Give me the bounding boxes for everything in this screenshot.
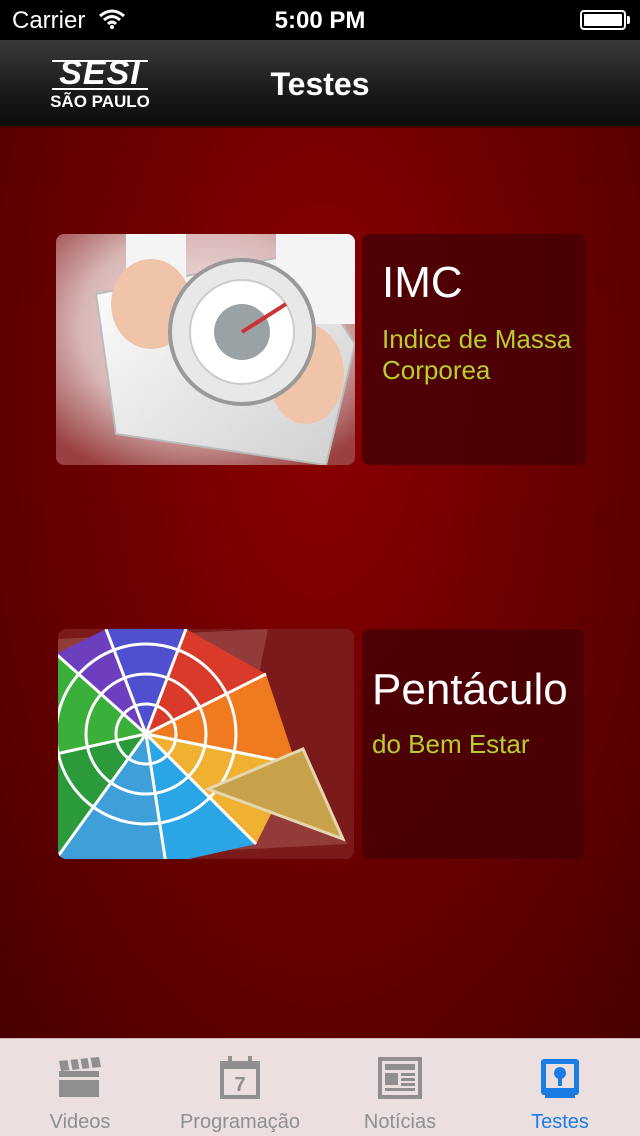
tab-programacao[interactable]: 7 Programação: [160, 1039, 320, 1136]
clock: 5:00 PM: [274, 7, 366, 34]
page-title: Testes: [270, 66, 370, 102]
calendar-icon: 7: [220, 1056, 260, 1099]
imc-title: IMC: [382, 258, 463, 307]
tab-noticias-label: Notícias: [363, 1111, 437, 1133]
battery-icon: [580, 10, 630, 30]
tab-programacao-label: Programação: [179, 1111, 301, 1133]
screen: Carrier 5:00 PM SESI SÃO PAULO Testes IM…: [0, 0, 640, 1136]
tab-noticias[interactable]: Notícias: [320, 1039, 480, 1136]
pentaculo-card-image[interactable]: [58, 629, 354, 859]
pentaculo-subtitle: do Bem Estar: [372, 729, 530, 759]
sesi-logo: SESI SÃO PAULO: [44, 54, 156, 114]
logo-city-text: SÃO PAULO: [50, 92, 150, 111]
tab-videos[interactable]: Videos: [0, 1039, 160, 1136]
scale-photo: [56, 234, 355, 465]
imc-subtitle: Indice de Massa Corporea: [382, 324, 572, 385]
tab-testes-label: Testes: [531, 1111, 589, 1133]
pentaculo-title: Pentáculo: [372, 665, 568, 714]
test-box-icon: [541, 1059, 579, 1098]
newspaper-icon: [378, 1057, 422, 1099]
content-area: IMC Indice de Massa Corporea Pentáculo d…: [0, 128, 640, 1038]
tab-bar: Videos 7 Programação Notícias Testes: [0, 1038, 640, 1136]
pentacle-star-graphic: [58, 629, 354, 859]
logo-line: [52, 60, 148, 62]
clapperboard-icon: [59, 1057, 101, 1097]
tab-videos-label: Videos: [49, 1111, 111, 1133]
svg-text:7: 7: [234, 1074, 245, 1096]
tab-testes[interactable]: Testes: [480, 1039, 640, 1136]
logo-line: [52, 88, 148, 90]
imc-card-image[interactable]: [56, 234, 355, 465]
status-bar: Carrier 5:00 PM: [0, 0, 640, 40]
pentaculo-card-info[interactable]: Pentáculo do Bem Estar: [362, 629, 584, 859]
navigation-bar: SESI SÃO PAULO Testes: [0, 40, 640, 128]
imc-card-info[interactable]: IMC Indice de Massa Corporea: [362, 234, 586, 465]
